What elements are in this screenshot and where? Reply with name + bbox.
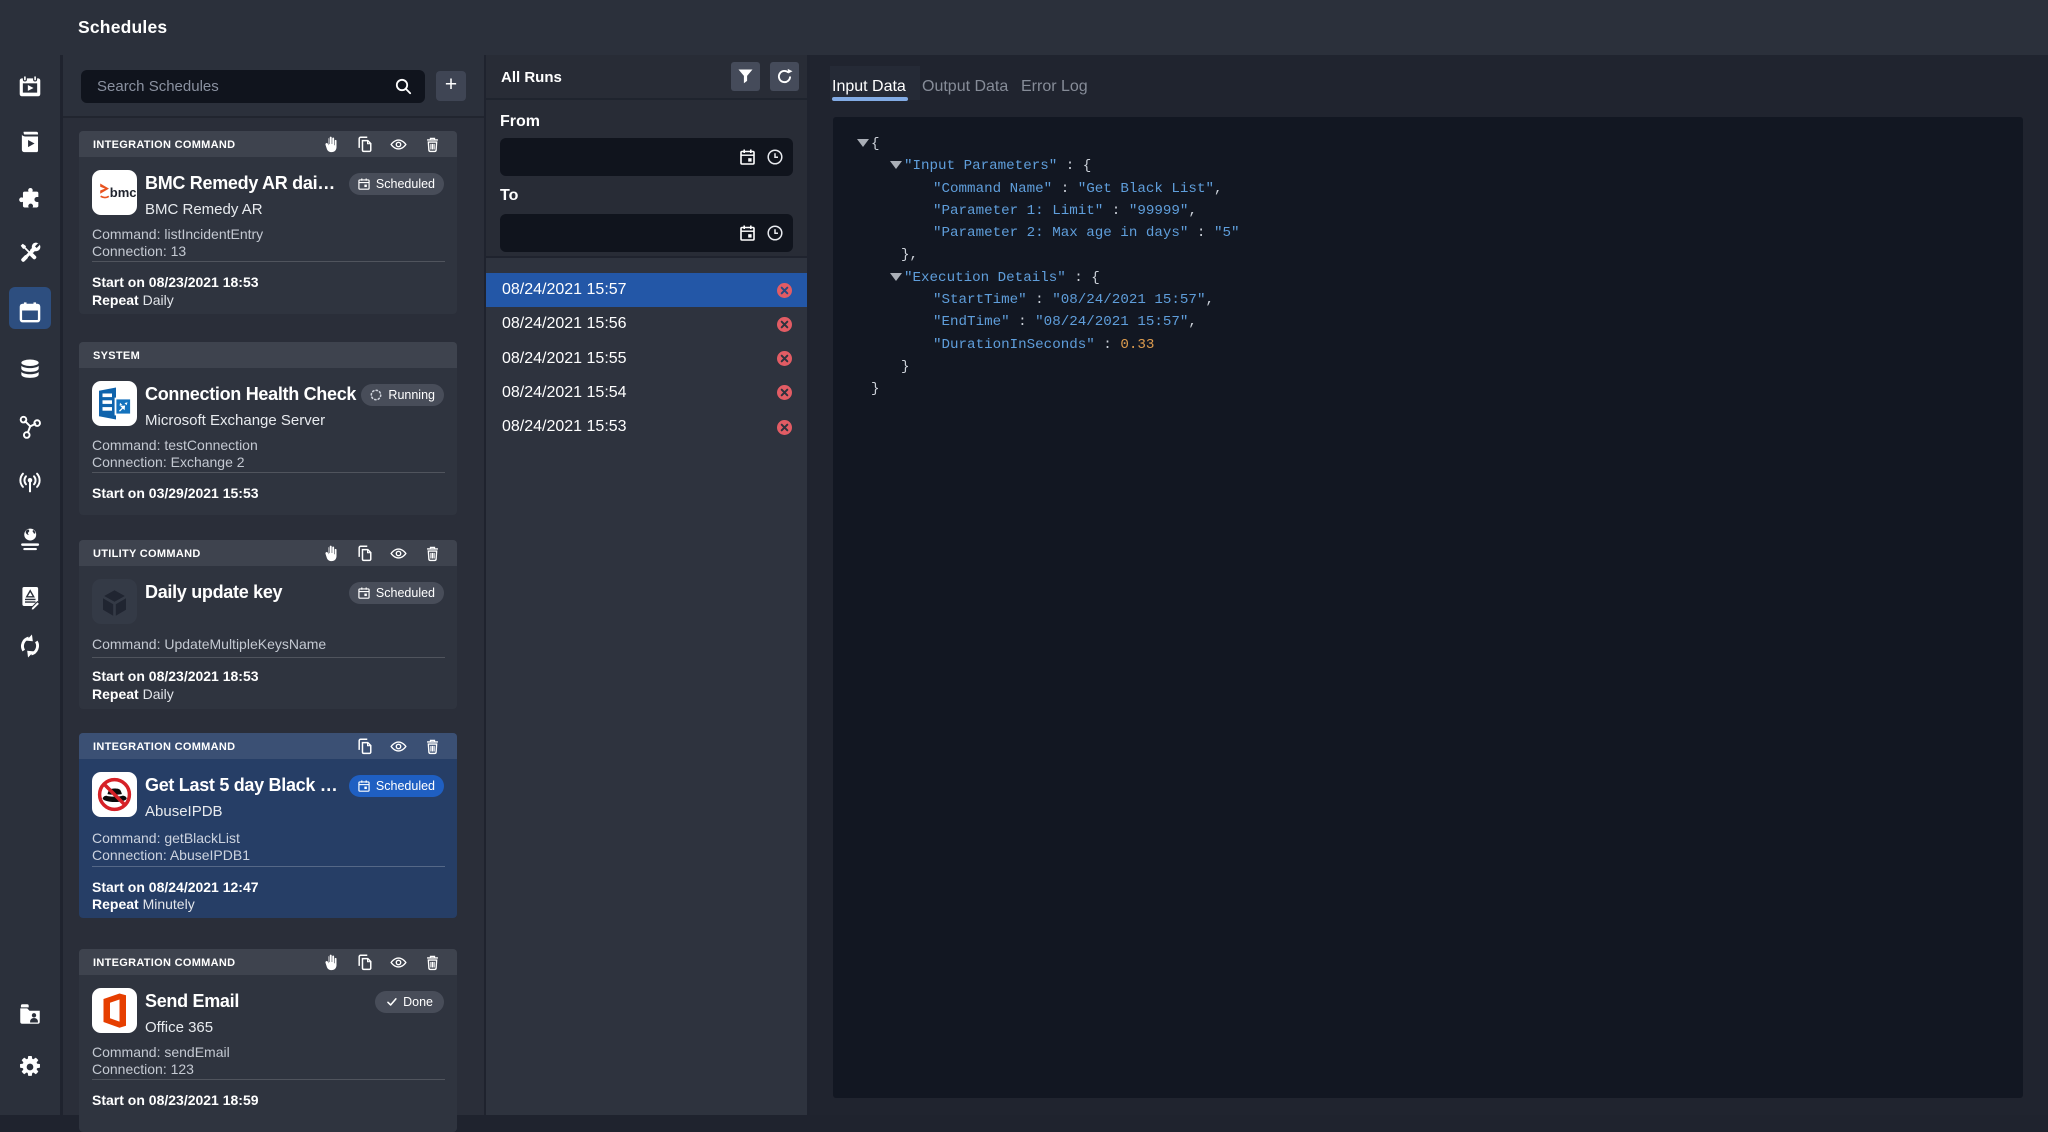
- svg-text:bmc: bmc: [110, 185, 137, 200]
